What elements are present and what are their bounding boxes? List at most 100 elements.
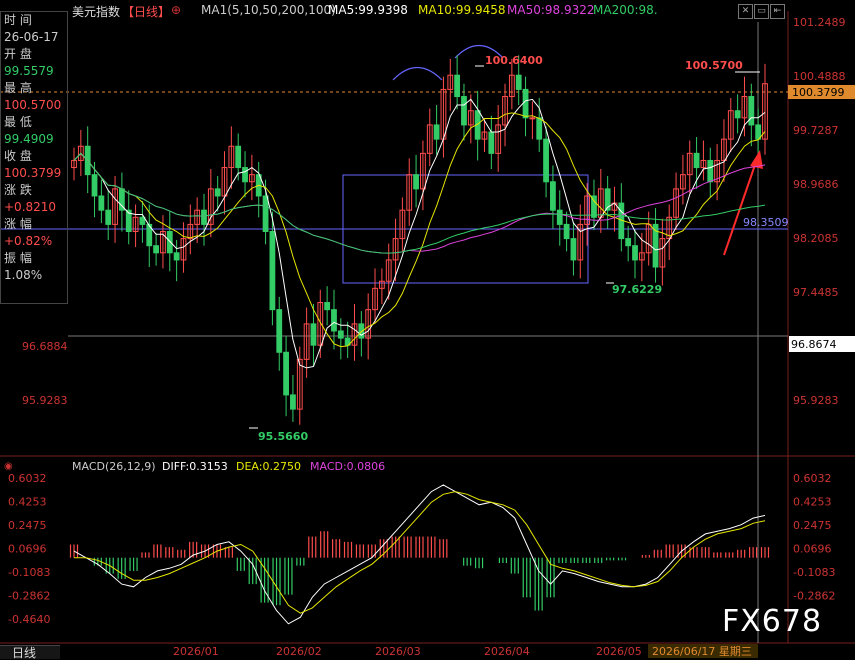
minimize-icon[interactable]: ▭ (754, 4, 769, 19)
candle-body (214, 188, 221, 197)
price-axis-tick: 95.9283 (793, 394, 839, 407)
annotation-low-a: 95.5660 (258, 430, 308, 443)
candle-body (201, 209, 207, 225)
candle-body (290, 394, 296, 410)
candle-body (91, 174, 98, 197)
candle-body (693, 152, 700, 169)
candle-body (105, 209, 112, 225)
candle-body (242, 167, 248, 183)
candle-body (153, 245, 159, 254)
x-tick-feb: 2026/02 (276, 645, 322, 658)
annotation-high-b: 100.5700 (685, 59, 743, 72)
ma10-label: MA10:99.9458 (418, 3, 506, 17)
price-axis-tick: 99.7287 (793, 124, 839, 137)
candle-body (543, 138, 549, 183)
macd-axis-left-tick: 0.0696 (8, 543, 47, 556)
x-tick-apr: 2026/04 (484, 645, 530, 658)
time-value: 26-06-17 (4, 30, 59, 44)
candle-body (556, 209, 563, 225)
candle-body (331, 309, 337, 332)
close-label: 收 盘 (4, 149, 32, 163)
candle-body (522, 88, 529, 119)
macd-title: MACD(26,12,9) (72, 460, 156, 473)
amp-value: 1.08% (4, 268, 43, 282)
tab-daily[interactable]: 日线 (0, 645, 60, 660)
price-axis-tick: 101.2489 (793, 16, 846, 29)
candle-body (625, 238, 632, 247)
pct-value: +0.82% (4, 234, 53, 248)
candle-body (515, 74, 522, 90)
x-tick-mar: 2026/03 (375, 645, 421, 658)
candle-body (563, 223, 570, 240)
chart-background (0, 0, 855, 658)
candle-body (324, 302, 331, 311)
candle-body (98, 195, 105, 211)
x-tick-may: 2026/05 (596, 645, 642, 658)
macd-axis-left-tick: 0.2475 (8, 519, 47, 532)
candle-body (461, 96, 467, 126)
change-label: 涨 跌 (4, 183, 32, 197)
macd-axis-right-tick: -0.1083 (793, 566, 835, 579)
price-axis-left-tick: 95.9283 (22, 394, 68, 407)
open-value: 99.5579 (4, 64, 54, 78)
close-icon[interactable]: ✕ (738, 4, 753, 19)
candle-body (536, 117, 543, 140)
ma5-label: MA5:99.9398 (328, 3, 408, 17)
annotation-high-a: 100.6400 (485, 54, 543, 67)
macd-dea: DEA:0.2750 (236, 460, 301, 473)
chart-canvas[interactable]: 100.3799 0.6032 0.6032 0.4253 0.4253 0.2475 0… (0, 0, 855, 658)
candle-body (707, 159, 714, 183)
macd-axis-right-tick: 0.2475 (793, 519, 832, 532)
ma-set-label: MA1(5,10,50,200,100) (201, 3, 336, 17)
candle-body (413, 174, 419, 190)
price-axis-tick: 98.9686 (793, 178, 839, 191)
candle-body (166, 231, 173, 254)
macd-axis-left-tick: -0.2862 (8, 590, 50, 603)
ma50-label: MA50:98.9322 (507, 3, 595, 17)
candle-body (310, 323, 317, 346)
high-label: 最 高 (4, 81, 32, 95)
candle-body (454, 74, 461, 98)
candle-body (433, 124, 440, 140)
plus-icon[interactable]: ⊕ (171, 3, 181, 17)
macd-axis-left-tick: -0.1083 (8, 566, 50, 579)
candle-body (550, 181, 556, 211)
date-label: 2026/06/17 星期三 (652, 645, 752, 658)
candle-body (173, 252, 180, 261)
candle-body (337, 330, 344, 339)
info-panel: 时 间 26-06-17 开 盘 99.5579 最 高 100.5700 最 … (0, 11, 68, 304)
open-label: 开 盘 (4, 47, 32, 61)
ma200-label: MA200:98. (593, 3, 658, 17)
change-value: +0.8210 (4, 200, 57, 214)
candle-body (488, 131, 495, 154)
price-axis-tick: 98.2085 (793, 232, 839, 245)
watermark: FX678 (722, 604, 823, 639)
price-axis-left-tick: 96.6884 (22, 340, 68, 353)
macd-axis-left-tick: -0.4640 (8, 613, 50, 626)
candle-body (139, 216, 146, 225)
candle-body (570, 238, 577, 261)
time-label: 时 间 (4, 13, 32, 27)
x-tick-jan: 2026/01 (173, 645, 219, 658)
close-value: 100.3799 (4, 166, 62, 180)
symbol-title: 美元指数 (72, 5, 121, 19)
nav-icon[interactable]: ⇤ (770, 4, 785, 19)
macd-value: MACD:0.0806 (310, 460, 385, 473)
macd-axis-left-tick: 0.6032 (8, 472, 47, 485)
macd-menu-icon[interactable]: ◉ (4, 461, 13, 472)
high-value: 100.5700 (4, 98, 62, 112)
price-axis-tick: 97.4485 (793, 286, 839, 299)
candle-body (235, 145, 242, 169)
macd-axis-right-tick: 0.6032 (793, 472, 832, 485)
crosshair-price-text: 96.8674 (791, 338, 837, 351)
low-label: 最 低 (4, 115, 32, 129)
annotation-low-b: 97.6229 (612, 283, 662, 296)
candle-body (748, 96, 755, 126)
candle-body (734, 110, 741, 119)
macd-axis-right-tick: 0.4253 (793, 496, 832, 509)
current-price-text: 100.3799 (792, 86, 845, 99)
candle-body (269, 231, 276, 311)
low-value: 99.4909 (4, 132, 54, 146)
candle-body (755, 124, 762, 140)
pct-label: 涨 幅 (4, 217, 32, 231)
